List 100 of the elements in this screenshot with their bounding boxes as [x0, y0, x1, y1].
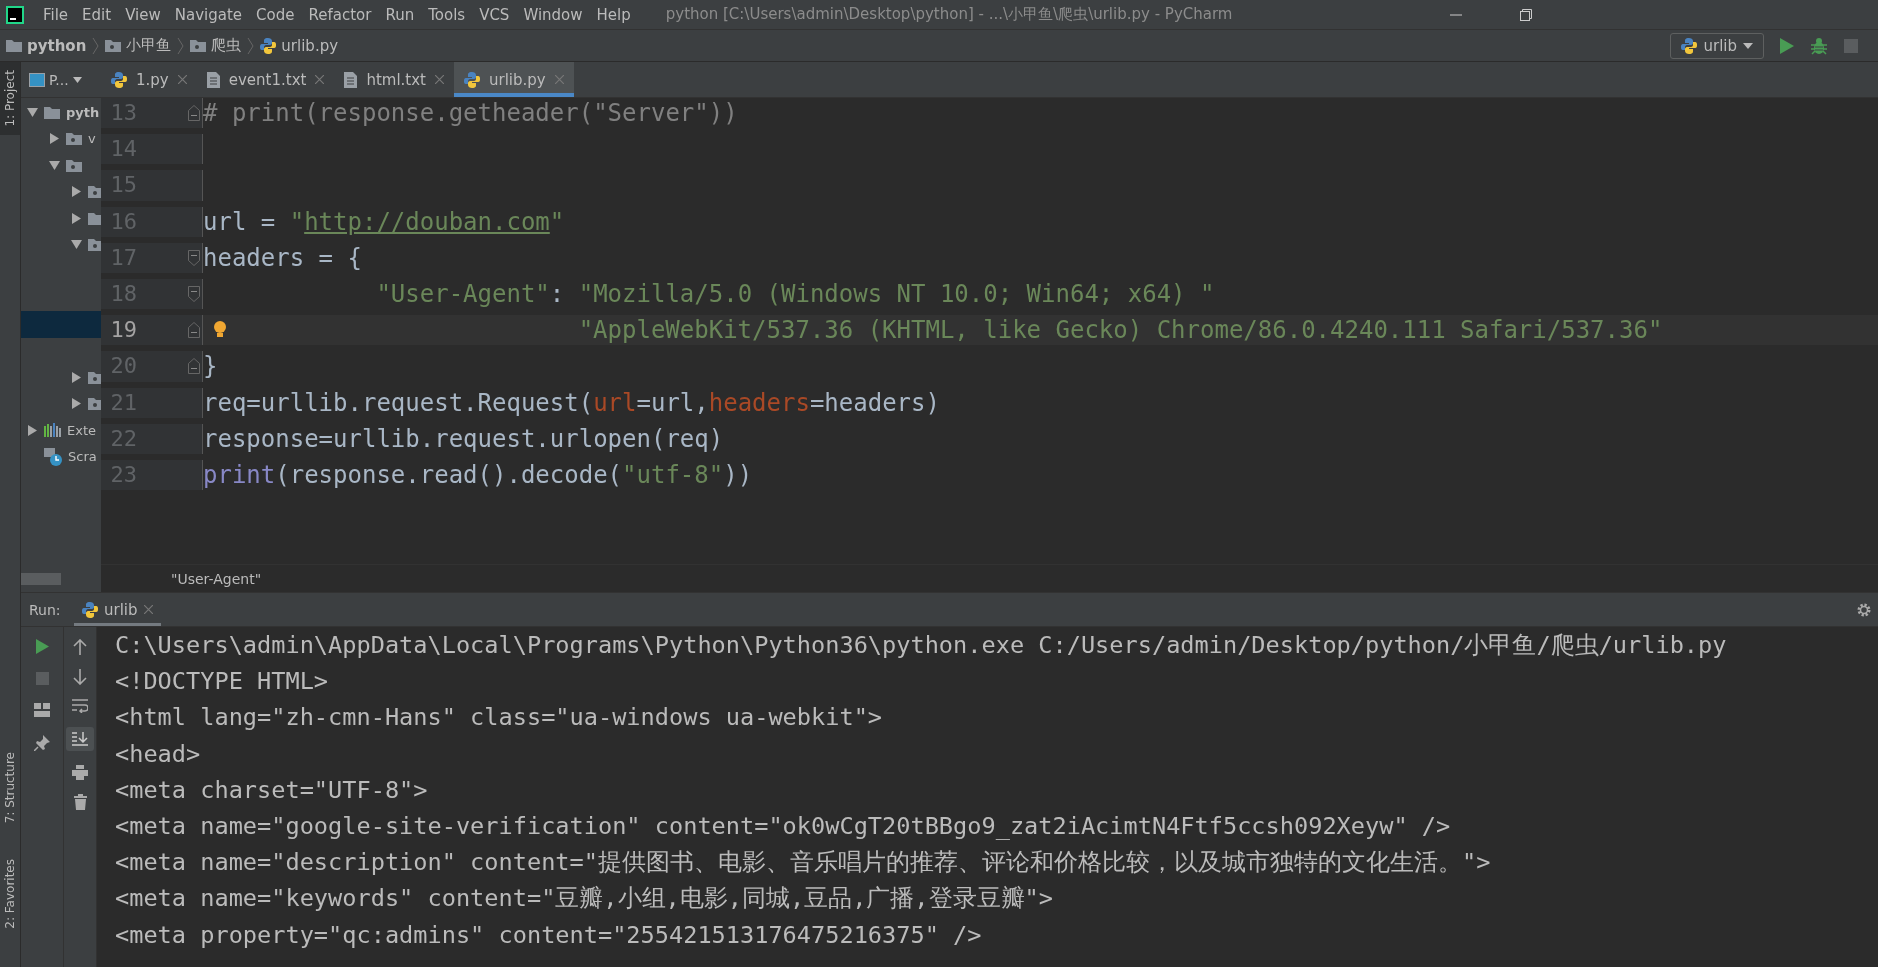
libraries-icon [44, 423, 61, 438]
menu-item[interactable]: Refactor [301, 5, 379, 24]
app-logo-icon [6, 5, 24, 24]
tree-item[interactable]: v [88, 131, 96, 147]
python-file-icon [464, 71, 480, 88]
caret-icon [1743, 42, 1753, 49]
console-line: <meta name="keywords" content="豆瓣,小组,电影,同城,豆品,广播,登录豆瓣"> [115, 883, 1054, 914]
tool-window-button[interactable]: 1: Project [0, 62, 20, 135]
collapsed-arrow-icon[interactable] [49, 133, 60, 145]
console-line: <html lang="zh-cmn-Hans" class="ua-windows ua-webkit"> [115, 702, 884, 733]
menu-item[interactable]: Tools [421, 5, 473, 24]
code-line: headers = { [203, 242, 362, 273]
panel-title: Run: [29, 601, 62, 618]
up-arrow-icon[interactable] [73, 639, 87, 655]
menu-item[interactable]: Edit [75, 5, 119, 24]
code-line: "User-Agent": "Mozilla/5.0 (Windows NT 10.0; Win64; x64) " [376, 279, 1215, 310]
lightbulb-icon[interactable] [213, 321, 227, 340]
package-icon [66, 158, 82, 172]
collapsed-arrow-icon[interactable] [27, 424, 38, 436]
code-line: } [203, 351, 218, 382]
tool-window-button[interactable]: 2: Favorites [0, 851, 20, 937]
chevron-icon [247, 36, 255, 55]
collapsed-arrow-icon[interactable] [71, 398, 82, 410]
menu-item[interactable]: Navigate [167, 5, 250, 24]
menu-item[interactable]: View [118, 5, 168, 24]
console-line: <head> [115, 738, 202, 769]
folder-icon [44, 105, 60, 119]
menu-item[interactable]: Help [589, 5, 638, 24]
run-icon[interactable] [35, 639, 49, 654]
close-icon[interactable] [315, 75, 325, 84]
layout-icon[interactable] [34, 703, 50, 717]
menu-item[interactable]: Window [516, 5, 590, 24]
close-icon[interactable] [143, 605, 153, 614]
trash-icon[interactable] [73, 794, 87, 810]
editor-tab[interactable]: 1.py [101, 62, 197, 97]
breadcrumb-item[interactable]: urlib.py [260, 36, 339, 55]
scroll-end-icon [72, 732, 88, 746]
expanded-arrow-icon[interactable] [71, 239, 82, 251]
caret-icon [72, 76, 82, 83]
code-breadcrumb[interactable]: "User-Agent" [171, 570, 262, 587]
code-line: url = "http://douban.com" [203, 206, 565, 237]
scratches-icon [44, 447, 62, 466]
editor-tab[interactable]: event1.txt [196, 62, 335, 97]
menu-item[interactable]: VCS [472, 5, 517, 24]
code-line: req=urllib.request.Request(url=url,headers=headers) [203, 387, 940, 418]
tool-window-button[interactable]: 7: Structure [0, 743, 20, 832]
tree-item[interactable]: pyth [66, 104, 100, 120]
menu-item[interactable]: File [36, 5, 76, 24]
menu-item[interactable]: Code [249, 5, 302, 24]
print-icon[interactable] [72, 765, 88, 780]
unfold-icon[interactable] [188, 105, 200, 122]
down-arrow-icon[interactable] [73, 669, 87, 685]
console-line: <meta name="description" content="提供图书、电影、音乐唱片的推荐、评论和价格比较，以及城市独特的文化生活。"> [115, 847, 1492, 878]
editor-tab[interactable]: urlib.py [454, 62, 574, 97]
code-line: response=urllib.request.urlopen(req) [203, 423, 724, 454]
console-line: <meta property="qc:admins" content="255421513176475216375" /> [115, 919, 983, 950]
collapsed-arrow-icon[interactable] [71, 212, 82, 224]
console-line: C:\Users\admin\AppData\Local\Programs\Python\Python36\python.exe C:/Users/admin/Desktop/python/小甲鱼/爬虫/urlib.py [115, 630, 1728, 661]
soft-wrap-icon[interactable] [72, 699, 88, 713]
restore-icon[interactable] [1519, 7, 1533, 22]
package-icon [66, 132, 82, 146]
code-line: print(response.read().decode("utf-8")) [203, 459, 753, 490]
package-icon [190, 39, 207, 52]
unfold-icon[interactable] [188, 358, 200, 375]
python-file-icon [82, 601, 98, 618]
tree-item[interactable]: Exte [67, 422, 96, 438]
breadcrumb-item[interactable]: python [6, 36, 87, 55]
close-icon[interactable] [177, 75, 187, 84]
python-file-icon [111, 71, 127, 88]
scrollbar[interactable] [21, 572, 61, 585]
console-line: <meta charset="UTF-8"> [115, 774, 429, 805]
menu-item[interactable]: Run [378, 5, 422, 24]
scroll-to-end-button[interactable] [66, 727, 94, 751]
close-icon[interactable] [435, 75, 444, 84]
view-selector[interactable]: P... [29, 71, 82, 88]
breadcrumb-item[interactable]: 小甲鱼 [105, 36, 172, 55]
settings-icon[interactable] [1856, 601, 1872, 618]
fold-icon[interactable] [188, 249, 200, 266]
text-file-icon [206, 71, 220, 88]
line-number: 19 [109, 316, 137, 345]
expanded-arrow-icon[interactable] [27, 106, 38, 118]
unfold-icon[interactable] [188, 322, 200, 339]
expanded-arrow-icon[interactable] [49, 159, 60, 171]
run-config-dropdown[interactable]: urlib [1670, 32, 1764, 59]
editor-tab[interactable]: html.txt [334, 62, 454, 97]
run-icon[interactable] [1780, 37, 1794, 54]
collapsed-arrow-icon[interactable] [71, 186, 82, 198]
pin-icon[interactable] [34, 735, 50, 751]
bug-icon[interactable] [1810, 36, 1828, 55]
folder-icon [6, 39, 22, 52]
text-file-icon [344, 71, 358, 88]
fold-icon[interactable] [188, 286, 200, 303]
breadcrumb-item[interactable]: 爬虫 [190, 36, 242, 55]
run-tab[interactable]: urlib [74, 593, 161, 626]
panel-icon [29, 72, 45, 87]
chevron-icon [177, 36, 185, 55]
tree-item[interactable]: Scra [68, 449, 97, 465]
console-line: <meta name="google-site-verification" content="ok0wCgT20tBBgo9_zat2iAcimtN4Ftf5ccsh092Xeyw" /> [115, 810, 1452, 842]
collapsed-arrow-icon[interactable] [71, 371, 82, 383]
window-title: python [C:\Users\admin\Desktop\python] - ...\小甲鱼\爬虫\urlib.py - PyCharm [665, 5, 1233, 24]
